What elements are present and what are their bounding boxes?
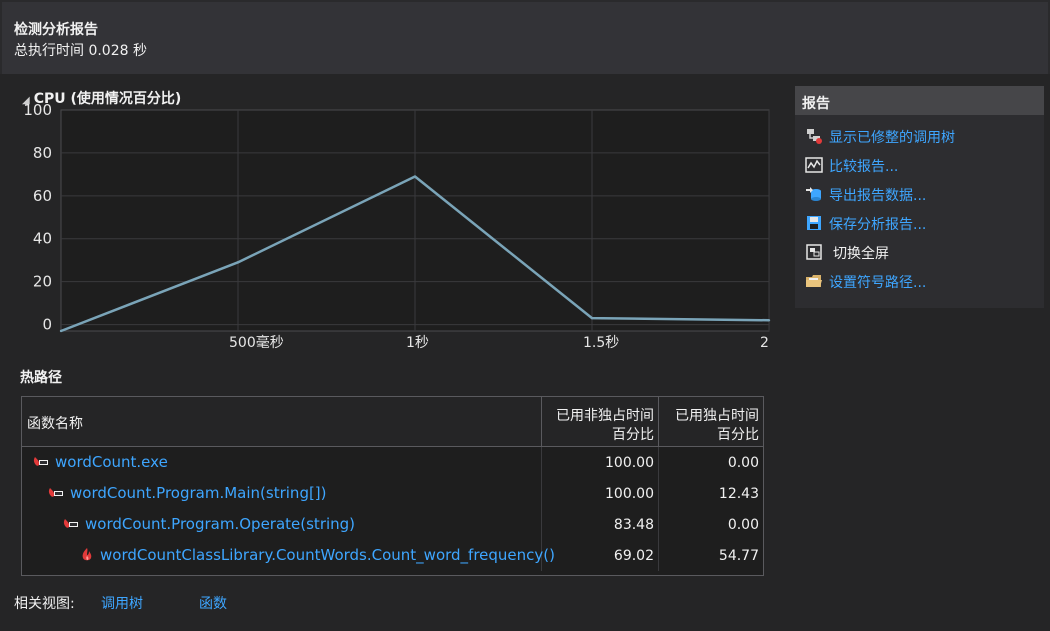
flame-icon (82, 548, 92, 561)
data-point (590, 316, 594, 320)
fullscreen-icon (806, 244, 822, 260)
exclusive-value: 0.00 (727, 455, 759, 471)
execution-time: 总执行时间 0.028 秒 (14, 43, 147, 59)
y-tick-label: 100 (23, 104, 52, 119)
folder-icon (806, 275, 822, 287)
inclusive-value: 83.48 (613, 517, 654, 533)
call-tree-icon (807, 129, 822, 144)
action-label[interactable]: 设置符号路径... (829, 272, 926, 292)
save-icon (807, 216, 821, 230)
toggle-fullscreen-action[interactable]: 切换全屏 (803, 241, 1038, 263)
table-header: 函数名称 已用非独占时间 百分比 已用独占时间 百分比 (22, 397, 763, 447)
show-trimmed-call-tree-action[interactable]: 显示已修整的调用树 (803, 125, 1038, 147)
report-panel: 报告 显示已修整的调用树 比较报告... 导出报告数据... 保存分析报告...… (795, 86, 1044, 308)
compare-icon (805, 157, 823, 173)
action-label[interactable]: 比较报告... (829, 156, 898, 176)
data-point (767, 319, 771, 322)
action-label[interactable]: 切换全屏 (833, 243, 889, 263)
report-header: 检测分析报告 总执行时间 0.028 秒 (0, 0, 1050, 74)
function-link[interactable]: wordCount.Program.Main(string[]) (70, 484, 327, 502)
y-tick-label: 20 (33, 273, 52, 291)
column-header-exclusive[interactable]: 已用独占时间 百分比 (659, 397, 763, 446)
function-link[interactable]: wordCount.exe (55, 453, 168, 471)
hot-path-icon (33, 457, 48, 466)
y-tick-label: 60 (33, 187, 52, 205)
exclusive-value: 54.77 (718, 548, 759, 564)
export-report-data-action[interactable]: 导出报告数据... (803, 183, 1038, 205)
hot-path-icon (63, 519, 78, 528)
inclusive-value: 100.00 (605, 486, 654, 502)
report-title: 检测分析报告 (14, 22, 98, 38)
report-panel-header: 报告 (795, 86, 1044, 115)
data-point (59, 329, 63, 333)
table-row[interactable]: wordCountClassLibrary.CountWords.Count_w… (22, 540, 763, 571)
x-tick-label: 1秒 (406, 335, 429, 351)
data-point (413, 175, 417, 178)
exclusive-value: 0.00 (727, 517, 759, 533)
call-tree-link[interactable]: 调用树 (101, 593, 143, 613)
column-header-function-name[interactable]: 函数名称 (22, 397, 542, 446)
compare-reports-action[interactable]: 比较报告... (803, 154, 1038, 176)
x-tick-label: 2 (760, 335, 769, 351)
action-label[interactable]: 显示已修整的调用树 (829, 127, 955, 147)
export-icon (806, 187, 821, 201)
y-tick-label: 80 (33, 144, 52, 162)
hot-path-title: 热路径 (20, 370, 62, 386)
x-tick-label: 500毫秒 (229, 334, 284, 351)
hot-path-table[interactable]: 函数名称 已用非独占时间 百分比 已用独占时间 百分比 wordCount.ex… (21, 396, 764, 576)
x-tick-label: 1.5秒 (583, 335, 619, 351)
functions-link[interactable]: 函数 (199, 593, 227, 613)
data-point (236, 261, 240, 264)
cpu-usage-chart[interactable]: 0 20 40 60 80 100 500毫秒 1秒 1.5秒 2 (0, 104, 775, 354)
inclusive-value: 100.00 (605, 455, 654, 471)
column-header-inclusive[interactable]: 已用非独占时间 百分比 (542, 397, 659, 446)
save-analysis-report-action[interactable]: 保存分析报告... (803, 212, 1038, 234)
function-link[interactable]: wordCount.Program.Operate(string) (85, 515, 355, 533)
action-label[interactable]: 保存分析报告... (829, 214, 926, 234)
set-symbol-path-action[interactable]: 设置符号路径... (803, 270, 1038, 292)
inclusive-value: 69.02 (613, 548, 654, 564)
exclusive-value: 12.43 (718, 486, 759, 502)
action-label[interactable]: 导出报告数据... (829, 185, 926, 205)
report-panel-title: 报告 (802, 96, 830, 112)
hot-path-icon (48, 488, 63, 497)
function-link[interactable]: wordCountClassLibrary.CountWords.Count_w… (100, 546, 555, 564)
y-tick-label: 0 (42, 316, 52, 334)
related-views-label: 相关视图: (14, 596, 75, 612)
cpu-chart-svg[interactable]: 0 20 40 60 80 100 500毫秒 1秒 1.5秒 2 (0, 104, 775, 354)
table-row[interactable]: wordCount.exe 100.00 0.00 (22, 447, 763, 478)
y-tick-label: 40 (33, 230, 52, 248)
table-row[interactable]: wordCount.Program.Main(string[]) 100.00 … (22, 478, 763, 509)
table-row[interactable]: wordCount.Program.Operate(string) 83.48 … (22, 509, 763, 540)
